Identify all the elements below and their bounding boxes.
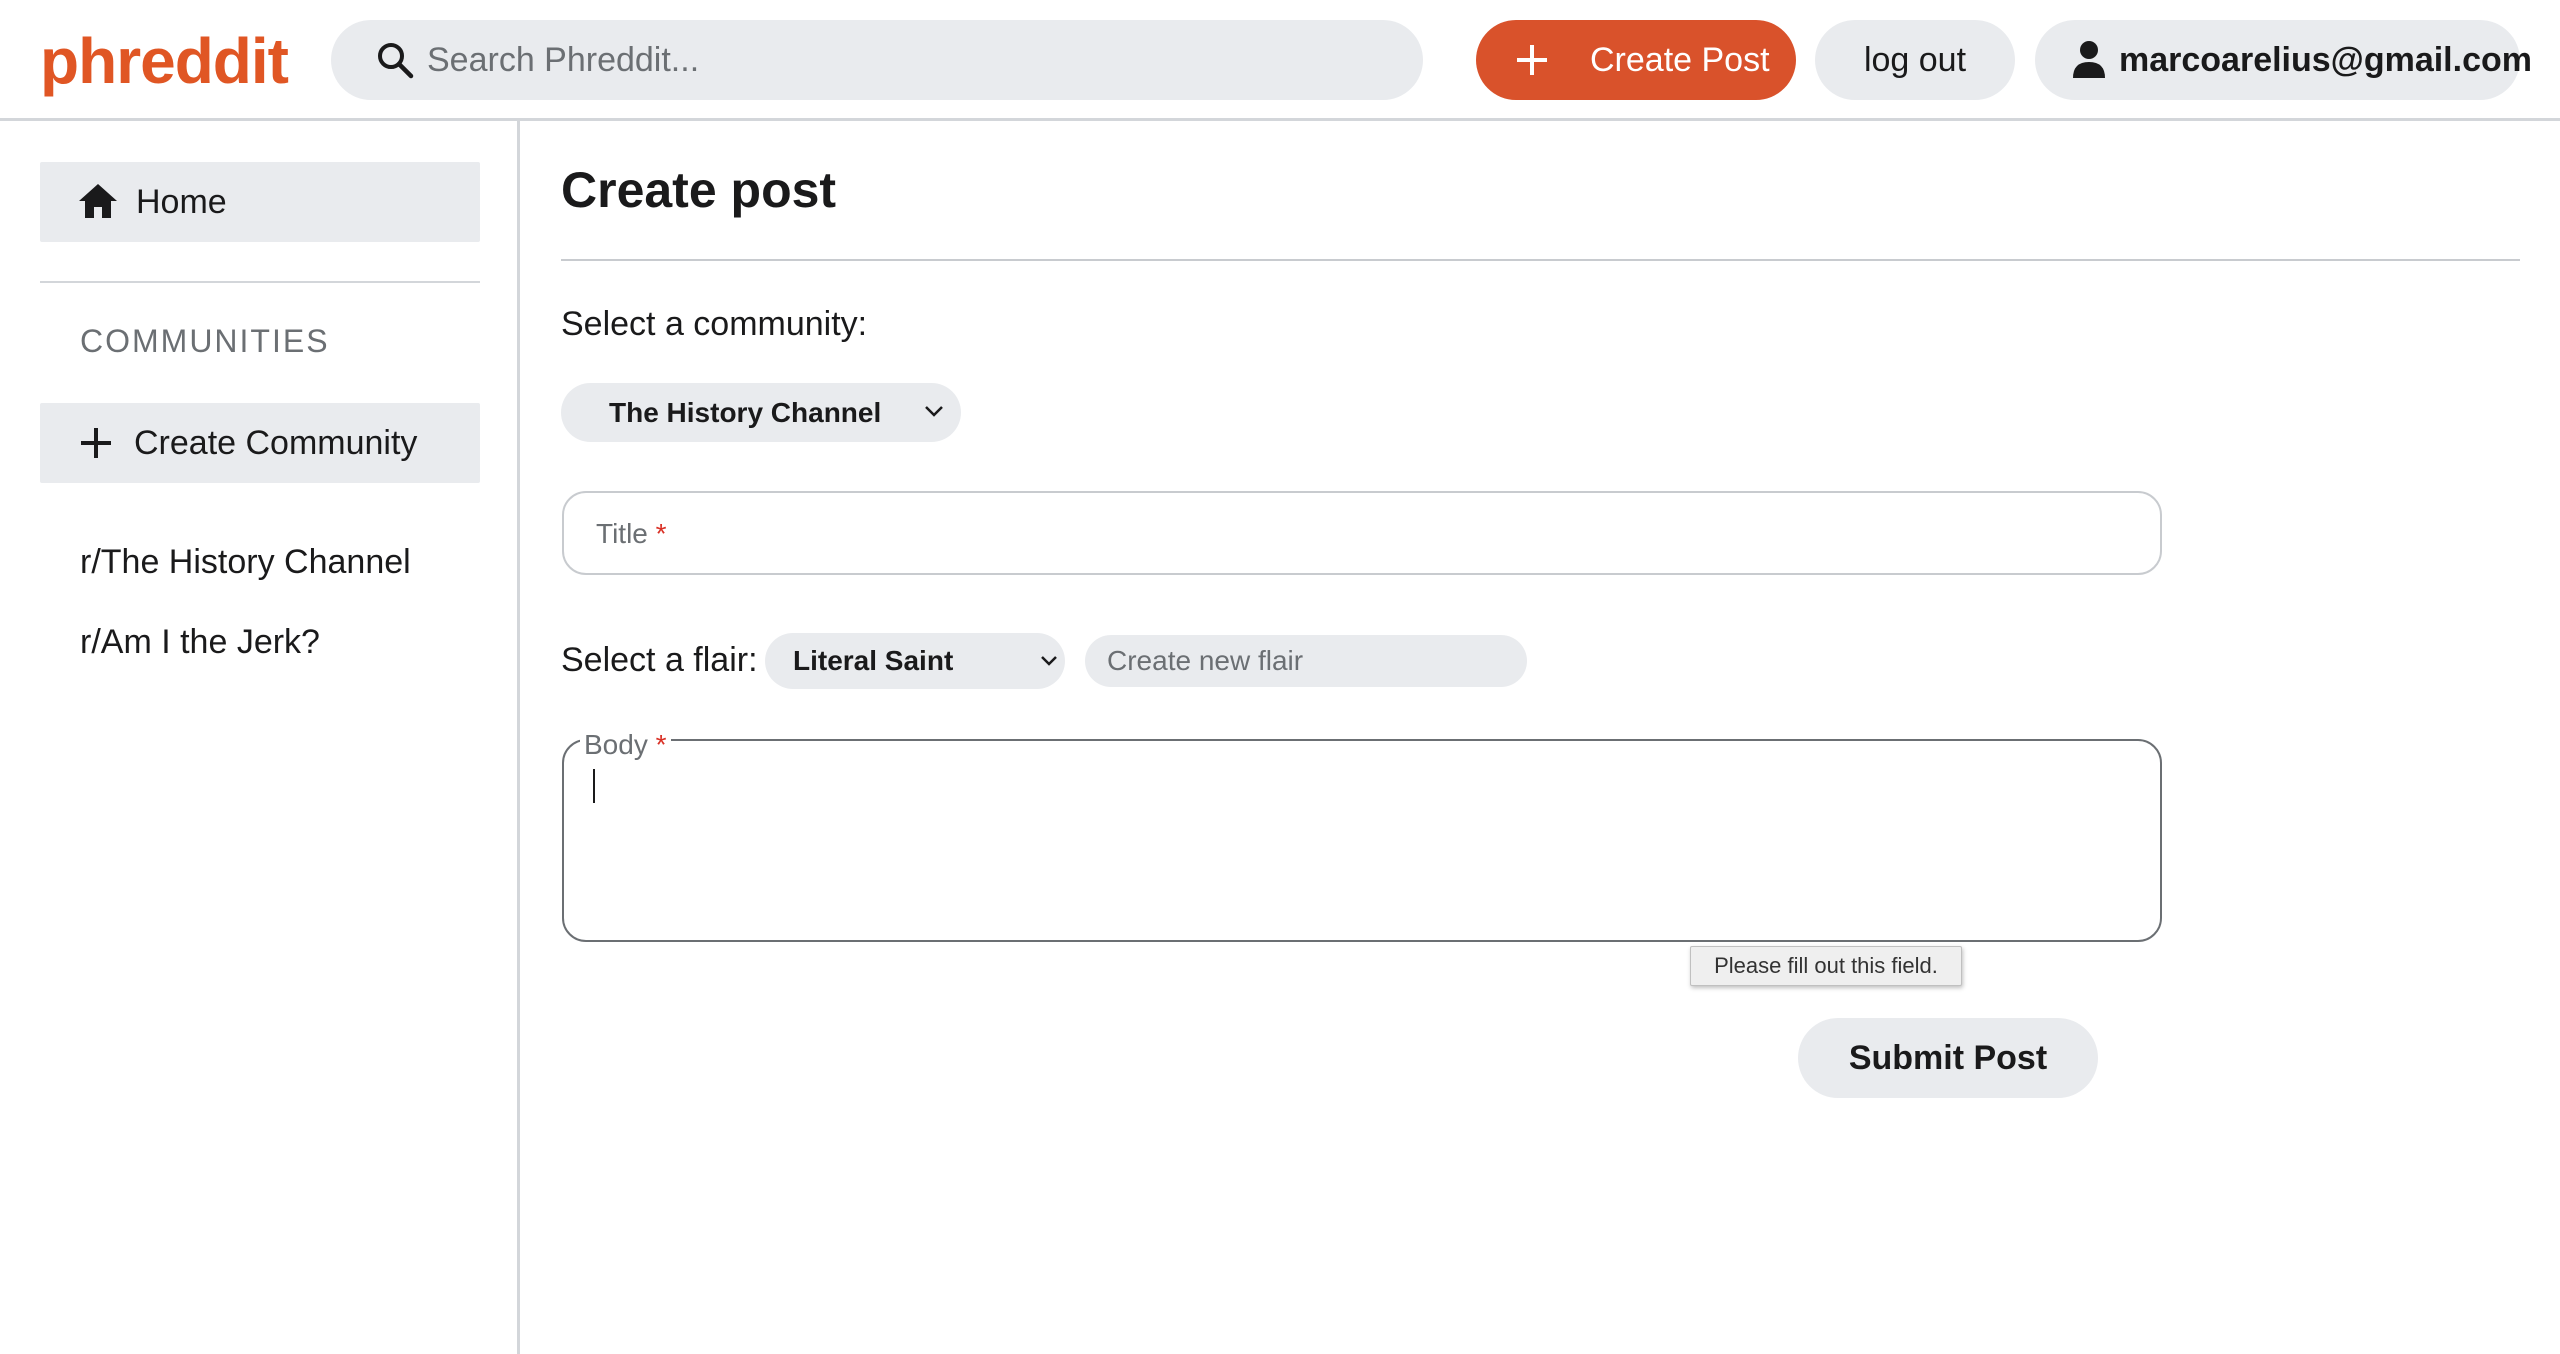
sidebar-divider <box>40 281 480 283</box>
validation-tooltip: Please fill out this field. <box>1690 946 1962 986</box>
title-divider <box>561 259 2520 261</box>
new-flair-placeholder: Create new flair <box>1107 645 1304 676</box>
sidebar-item-label: Home <box>136 183 227 221</box>
required-mark: * <box>655 729 667 760</box>
text-cursor <box>593 769 595 803</box>
logout-button[interactable]: log out <box>1815 20 2015 100</box>
create-post-button[interactable]: Create Post <box>1476 20 1796 100</box>
flair-select-value: Literal Saint <box>793 645 954 676</box>
search-bar[interactable] <box>331 20 1423 100</box>
communities-heading: COMMUNITIES <box>80 323 330 359</box>
community-select-value: The History Channel <box>609 397 882 428</box>
top-header: phreddit Create Post log out marcoareliu… <box>0 0 2560 121</box>
flair-select[interactable]: Literal Saint <box>765 633 1065 689</box>
required-mark: * <box>655 518 667 549</box>
plus-icon <box>81 428 111 458</box>
title-placeholder: Title * <box>596 518 667 549</box>
sidebar-item-community[interactable]: r/Am I the Jerk? <box>80 622 320 662</box>
user-email: marcoarelius@gmail.com <box>2119 41 2532 79</box>
community-label: Select a community: <box>561 305 868 343</box>
create-community-label: Create Community <box>134 424 418 462</box>
sidebar-item-home[interactable]: Home <box>40 162 480 242</box>
submit-post-button[interactable]: Submit Post <box>1798 1018 2098 1098</box>
title-input[interactable]: Title * <box>562 491 2162 575</box>
sidebar-item-community[interactable]: r/The History Channel <box>80 542 411 582</box>
community-select[interactable]: The History Channel <box>561 383 961 442</box>
body-textarea[interactable] <box>562 739 2162 942</box>
create-community-button[interactable]: Create Community <box>40 403 480 483</box>
flair-label: Select a flair: <box>561 641 758 679</box>
search-icon <box>378 43 414 79</box>
home-icon <box>79 184 117 218</box>
create-post-label: Create Post <box>1590 41 1770 79</box>
plus-icon <box>1517 45 1547 75</box>
search-input[interactable] <box>427 20 1387 100</box>
body-label: Body * <box>580 725 671 765</box>
page-title: Create post <box>561 162 837 218</box>
chevron-down-icon <box>925 406 943 417</box>
user-icon <box>2073 41 2105 78</box>
sidebar: Home COMMUNITIES Create Community r/The … <box>0 121 520 1354</box>
user-profile-button[interactable]: marcoarelius@gmail.com <box>2035 20 2532 100</box>
new-flair-input[interactable]: Create new flair <box>1085 635 1527 687</box>
chevron-down-icon <box>1041 656 1057 666</box>
phreddit-logo[interactable]: phreddit <box>40 26 289 96</box>
